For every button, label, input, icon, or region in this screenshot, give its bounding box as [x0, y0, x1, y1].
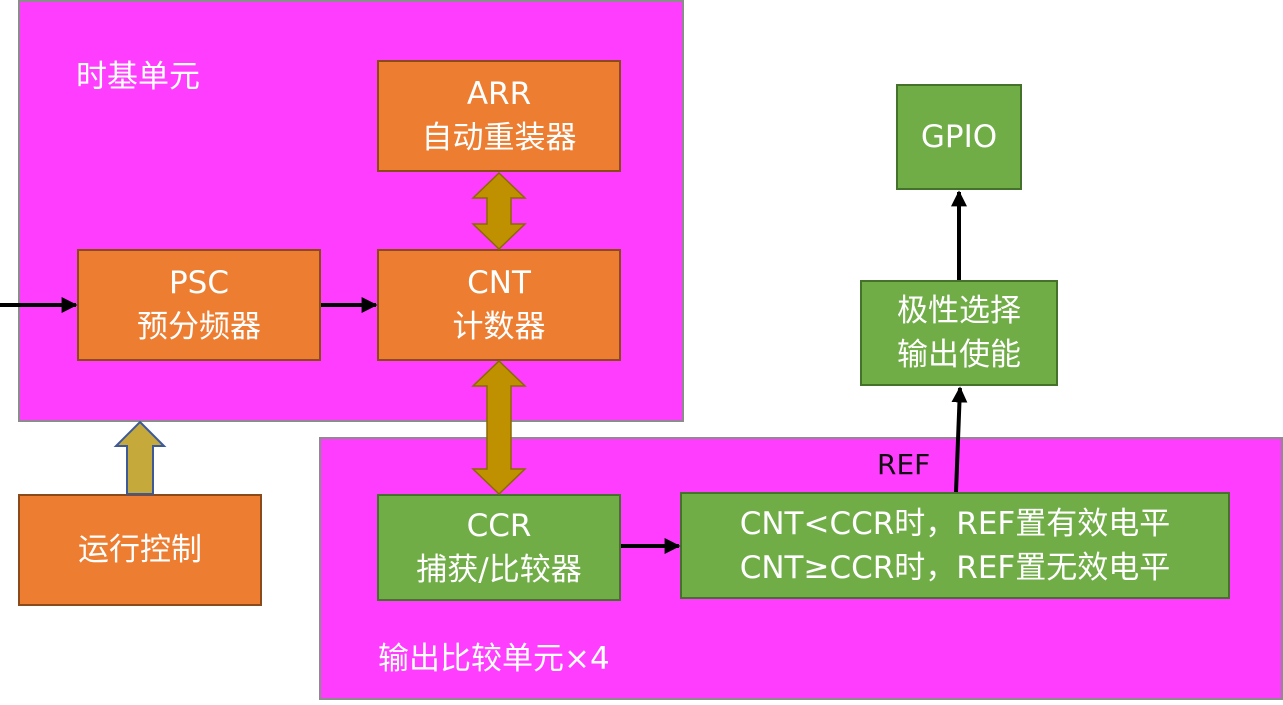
arr-cnt-double-arrow	[471, 171, 527, 251]
connection-arrows	[0, 171, 968, 554]
run-control-up-arrow	[113, 420, 167, 495]
ref-to-polarity-arrow	[951, 386, 968, 493]
cnt-ccr-double-arrow	[471, 359, 527, 496]
